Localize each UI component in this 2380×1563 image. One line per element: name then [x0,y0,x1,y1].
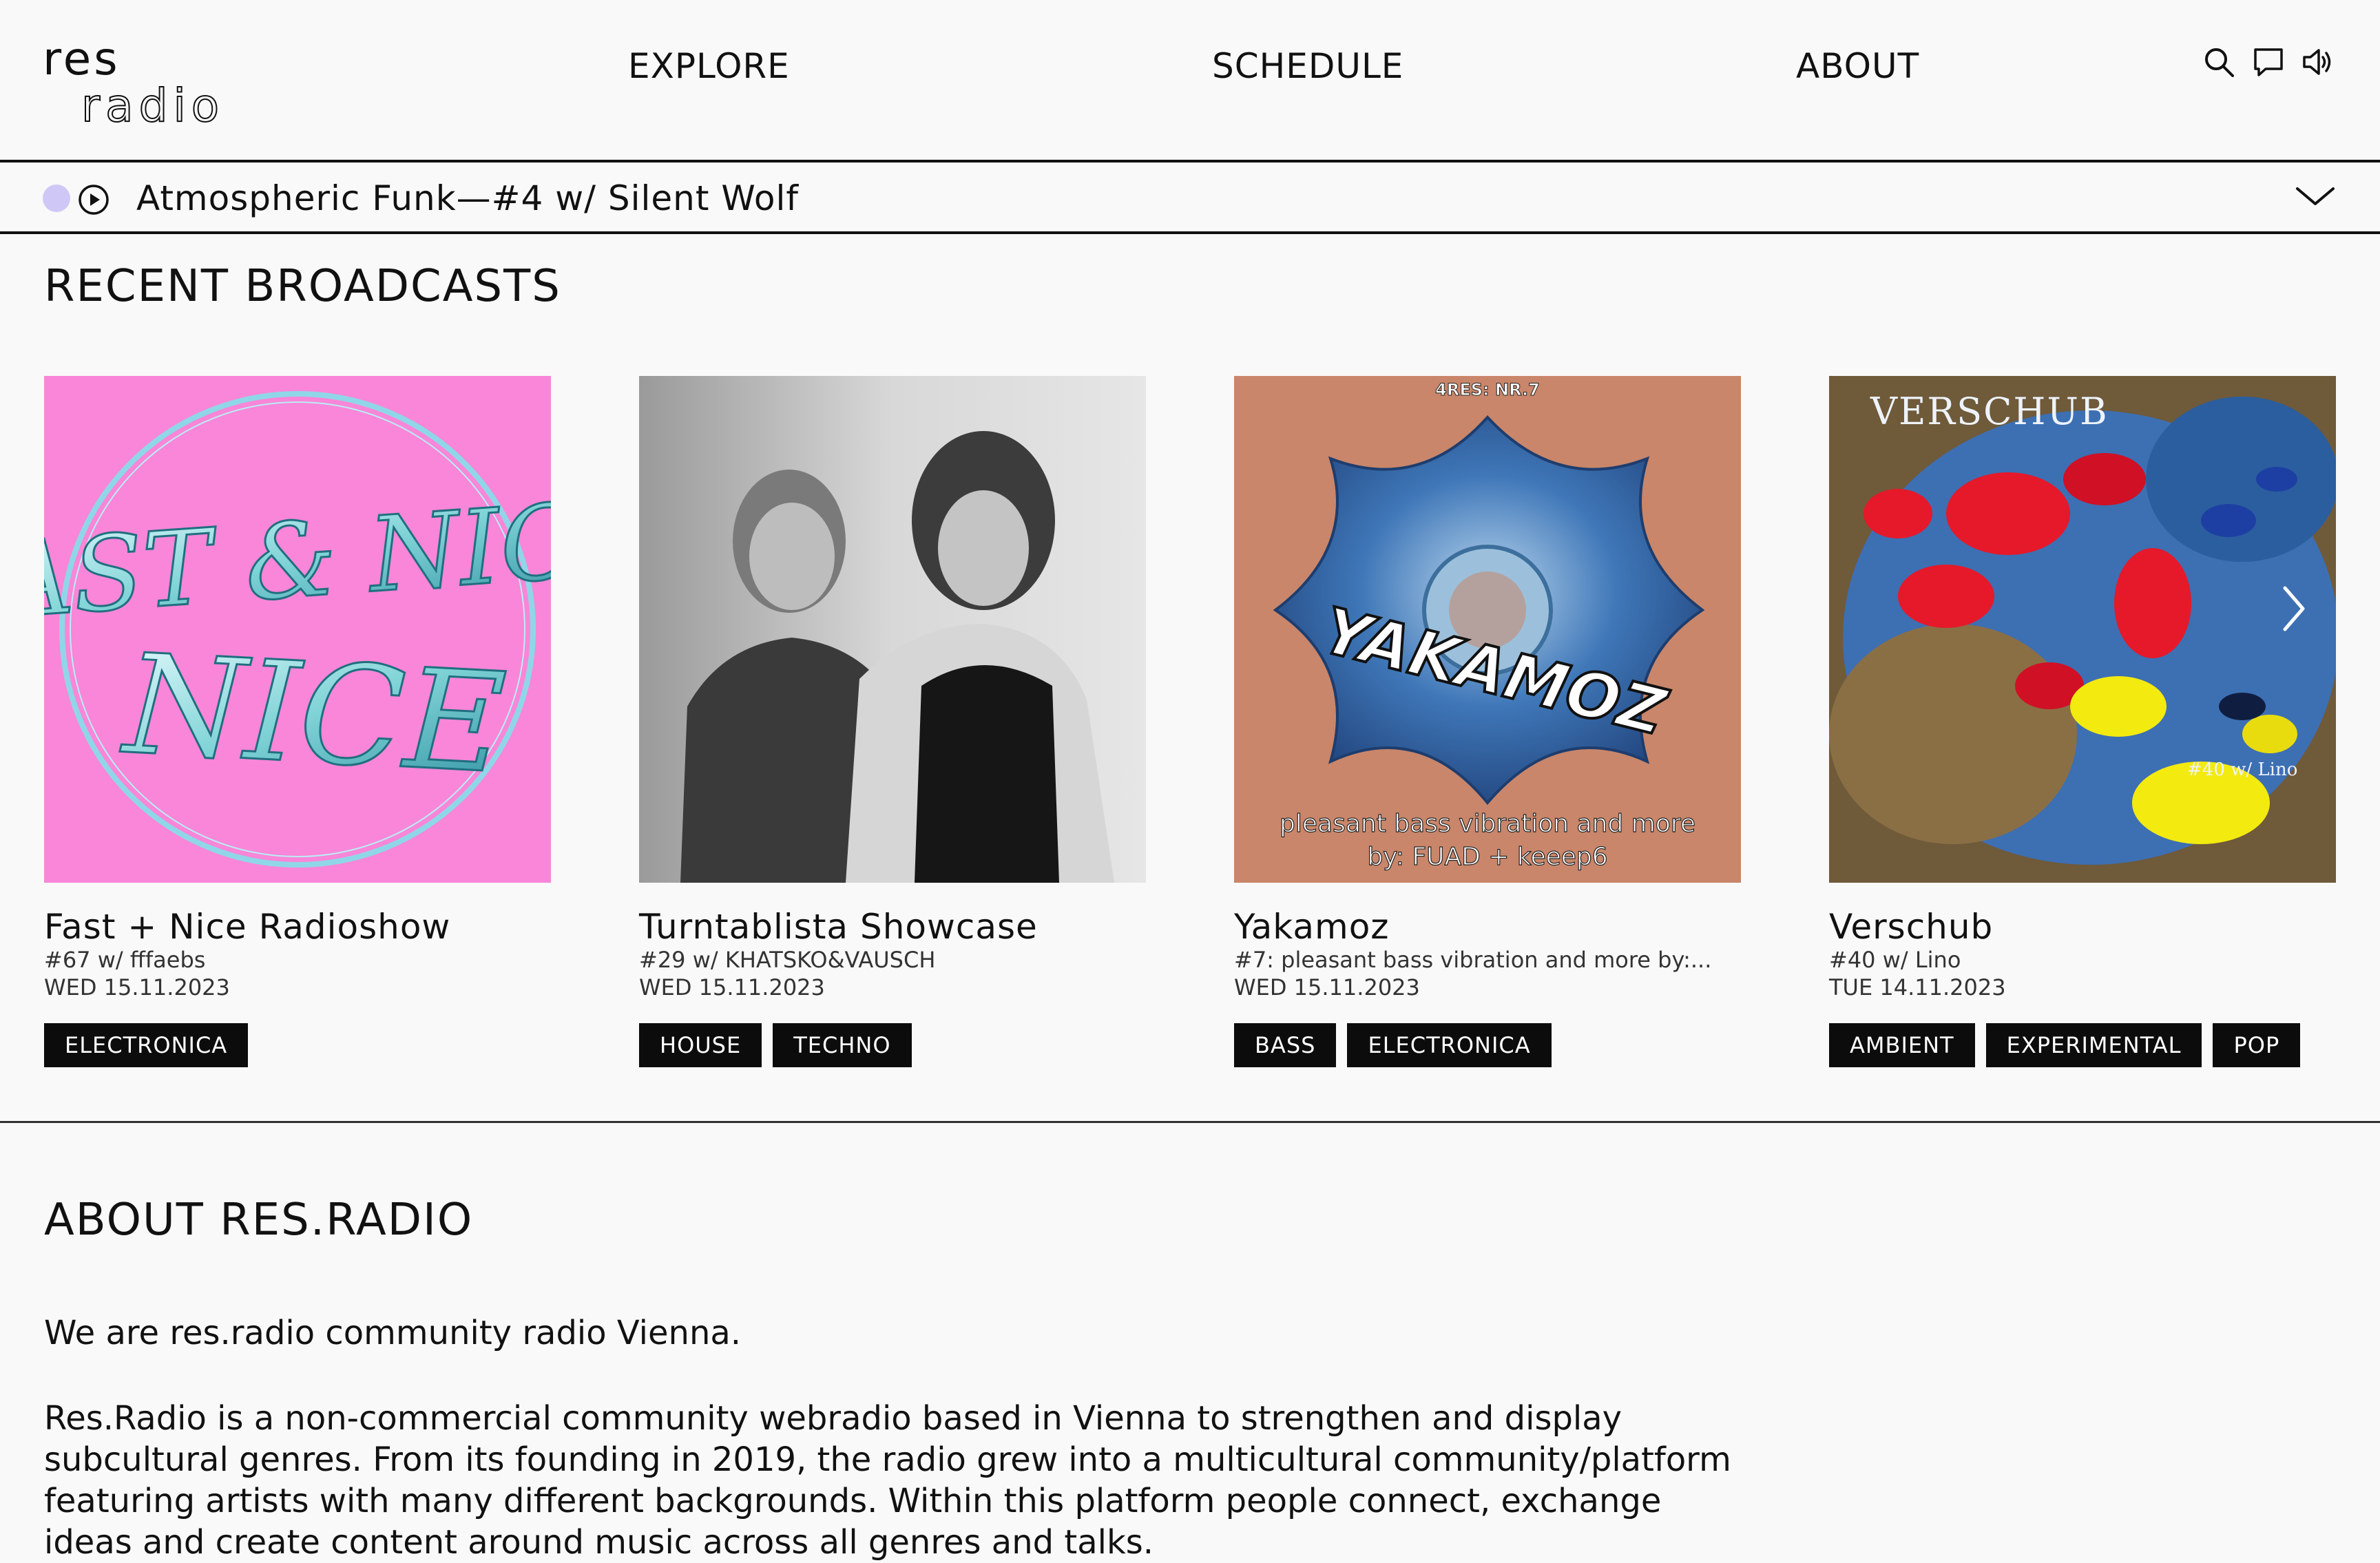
broadcast-title[interactable]: Turntablista Showcase [639,906,1038,947]
site-header: res radio EXPLORE SCHEDULE ABOUT [0,0,2380,162]
res-radio-logo[interactable]: res radio [43,40,291,127]
genre-tag[interactable]: HOUSE [639,1023,762,1067]
tag-list: AMBIENT EXPERIMENTAL POP [1829,1023,2301,1067]
nav-about[interactable]: ABOUT [1796,45,1919,87]
broadcast-date: WED 15.11.2023 [639,974,825,1000]
genre-tag[interactable]: TECHNO [773,1023,912,1067]
broadcast-title[interactable]: Verschub [1829,906,1993,947]
broadcast-date: TUE 14.11.2023 [1829,974,2006,1000]
broadcast-cover-image[interactable]: 4RES: NR.7 YAKAMOZ pleasant bass vibrati… [1234,376,1741,883]
broadcast-title[interactable]: Yakamoz [1234,906,1390,947]
svg-text:NICE: NICE [118,625,509,805]
chevron-right-icon[interactable] [2277,584,2310,633]
about-intro-text: We are res.radio community radio Vienna. [44,1314,742,1352]
genre-tag[interactable]: AMBIENT [1829,1023,1975,1067]
section-divider [0,1121,2380,1123]
genre-tag[interactable]: BASS [1234,1023,1337,1067]
chevron-down-icon[interactable] [2293,180,2337,213]
broadcast-subtitle: #67 w/ fffaebs [44,947,206,973]
broadcast-title[interactable]: Fast + Nice Radioshow [44,906,450,947]
broadcast-date: WED 15.11.2023 [44,974,230,1000]
tag-list: BASS ELECTRONICA [1234,1023,1552,1067]
svg-text:FAST & NICE: FAST & NICE [44,476,551,647]
recent-broadcasts-heading: RECENT BROADCASTS [44,261,561,312]
svg-text:radio: radio [81,79,225,127]
genre-tag[interactable]: POP [2213,1023,2301,1067]
svg-text:#40 w/ Lino: #40 w/ Lino [2187,759,2297,780]
nav-schedule[interactable]: SCHEDULE [1212,45,1403,87]
broadcast-date: WED 15.11.2023 [1234,974,1420,1000]
svg-text:VERSCHUB: VERSCHUB [1870,390,2109,433]
genre-tag[interactable]: EXPERIMENTAL [1985,1023,2202,1067]
volume-icon[interactable] [2301,45,2335,78]
about-heading: ABOUT RES.RADIO [44,1195,474,1246]
svg-text:pleasant bass vibration and mo: pleasant bass vibration and more [1280,810,1695,838]
genre-tag[interactable]: ELECTRONICA [44,1023,249,1067]
broadcast-card: FAST & NICE NICE Fast + Nice Radioshow #… [44,376,551,1071]
nav-explore[interactable]: EXPLORE [628,45,790,87]
search-icon[interactable] [2202,45,2235,78]
broadcast-subtitle: #29 w/ KHATSKO&VAUSCH [639,947,936,973]
broadcast-card: VERSCHUB #40 w/ Lino Verschub #40 w/ Lin… [1829,376,2336,1071]
genre-tag[interactable]: ELECTRONICA [1347,1023,1552,1067]
about-body-text: Res.Radio is a non-commercial community … [44,1399,1731,1562]
broadcast-cover-image[interactable]: VERSCHUB #40 w/ Lino [1829,376,2336,883]
broadcast-subtitle: #7: pleasant bass vibration and more by:… [1234,947,1712,973]
broadcast-cover-image[interactable] [639,376,1146,883]
tag-list: HOUSE TECHNO [639,1023,912,1067]
tag-list: ELECTRONICA [44,1023,249,1067]
broadcast-cover-image[interactable]: FAST & NICE NICE [44,376,551,883]
broadcast-card: 4RES: NR.7 YAKAMOZ pleasant bass vibrati… [1234,376,1741,1071]
chat-icon[interactable] [2252,45,2285,78]
svg-text:by: FUAD + keeep6: by: FUAD + keeep6 [1367,843,1607,871]
now-playing-title: Atmospheric Funk—#4 w/ Silent Wolf [136,178,799,218]
svg-text:4RES: NR.7: 4RES: NR.7 [1435,380,1540,399]
broadcast-subtitle: #40 w/ Lino [1829,947,1961,973]
live-indicator [43,185,70,212]
play-icon[interactable] [77,183,110,216]
broadcast-card: Turntablista Showcase #29 w/ KHATSKO&VAU… [639,376,1146,1071]
